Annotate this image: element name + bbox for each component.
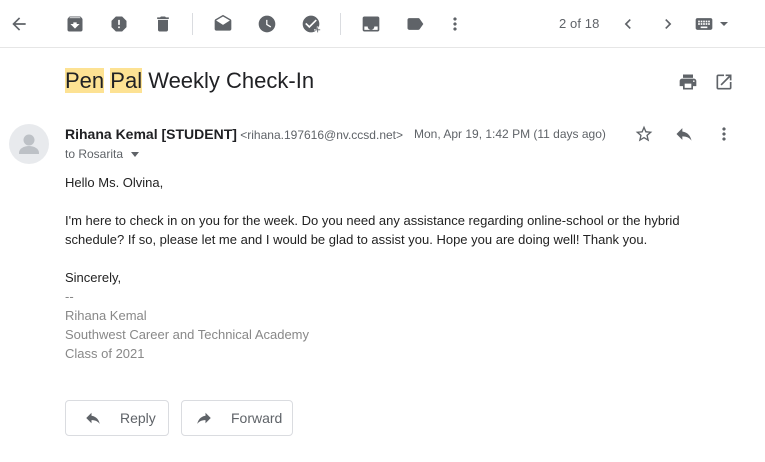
- body-paragraph: I'm here to check in on you for the week…: [65, 213, 680, 247]
- report-spam-icon[interactable]: [107, 12, 131, 36]
- person-icon: [19, 134, 39, 154]
- input-tools-button[interactable]: [694, 12, 730, 36]
- print-icon[interactable]: [678, 72, 698, 92]
- chevron-right-icon[interactable]: [656, 12, 680, 36]
- recipient-label: to Rosarita: [65, 147, 124, 161]
- reply-icon[interactable]: [673, 123, 695, 145]
- toolbar-divider: [192, 13, 193, 35]
- message-body: Hello Ms. Olvina, I'm here to check in o…: [65, 173, 725, 363]
- chevron-left-icon[interactable]: [616, 12, 640, 36]
- email-subject: Pen Pal Weekly Check-In: [65, 68, 314, 94]
- forward-button[interactable]: Forward: [181, 400, 293, 436]
- delete-icon[interactable]: [151, 12, 175, 36]
- reply-icon: [86, 412, 100, 424]
- subject-text: Weekly Check-In: [148, 68, 315, 93]
- move-to-icon[interactable]: [359, 12, 383, 36]
- forward-icon: [197, 412, 211, 424]
- recipient-details-toggle[interactable]: to Rosarita: [65, 147, 140, 161]
- reply-button-label: Reply: [120, 410, 156, 426]
- closing: Sincerely,: [65, 270, 122, 285]
- signature-class: Class of 2021: [65, 346, 145, 361]
- keyboard-icon: [695, 18, 713, 30]
- reply-button[interactable]: Reply: [65, 400, 169, 436]
- archive-icon[interactable]: [63, 12, 87, 36]
- arrow-back-icon[interactable]: [7, 12, 31, 36]
- signature-separator: --: [65, 289, 74, 304]
- mark-unread-icon[interactable]: [211, 12, 235, 36]
- sender-name[interactable]: Rihana Kemal [STUDENT]: [65, 126, 237, 142]
- sender-email: <rihana.197616@nv.ccsd.net>: [240, 128, 404, 142]
- toolbar-divider: [340, 13, 341, 35]
- more-vert-icon[interactable]: [443, 12, 467, 36]
- star-icon[interactable]: [633, 123, 655, 145]
- sender: Rihana Kemal [STUDENT] <rihana.197616@nv…: [65, 126, 403, 142]
- add-to-tasks-icon[interactable]: [299, 12, 323, 36]
- caret-down-icon: [720, 22, 728, 26]
- search-highlight: Pal: [110, 68, 143, 93]
- search-highlight: Pen: [65, 68, 105, 93]
- message-date: Mon, Apr 19, 1:42 PM (11 days ago): [414, 127, 606, 141]
- caret-down-icon: [131, 151, 140, 157]
- page-count: 2 of 18: [559, 16, 600, 31]
- open-in-new-window-icon[interactable]: [714, 72, 734, 92]
- signature-name: Rihana Kemal: [65, 308, 147, 323]
- label-icon[interactable]: [403, 12, 427, 36]
- more-vert-icon[interactable]: [713, 123, 735, 145]
- signature-school: Southwest Career and Technical Academy: [65, 327, 310, 342]
- toolbar: 2 of 18: [0, 0, 765, 48]
- greeting: Hello Ms. Olvina,: [65, 175, 164, 190]
- snooze-icon[interactable]: [255, 12, 279, 36]
- avatar[interactable]: [9, 124, 49, 164]
- forward-button-label: Forward: [231, 410, 283, 426]
